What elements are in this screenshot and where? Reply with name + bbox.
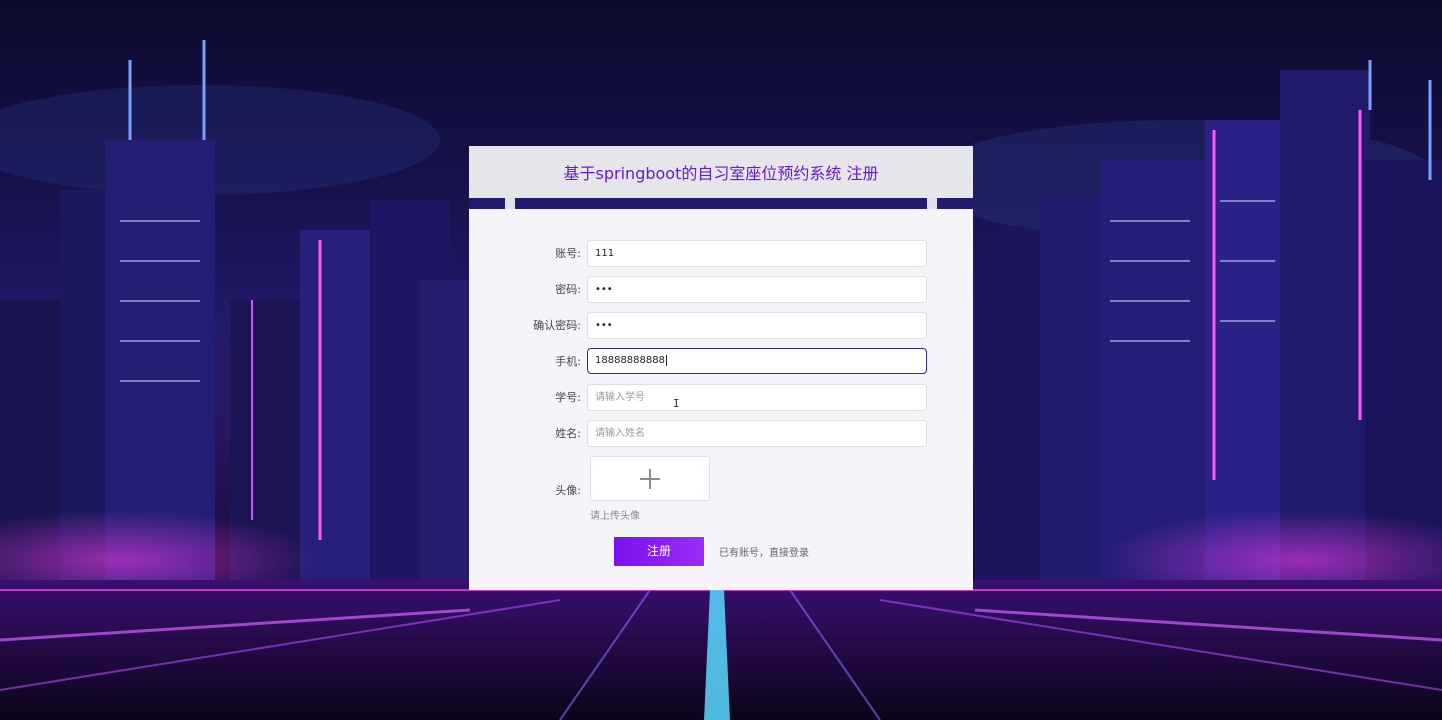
password-label: 密码: — [555, 283, 581, 296]
student-id-label: 学号: — [555, 391, 581, 404]
account-label: 账号: — [555, 247, 581, 260]
phone-row: 手机: 18888888888 — [469, 348, 973, 375]
password-input[interactable]: ••• — [587, 276, 927, 303]
page-background: 基于springboot的自习室座位预约系统 注册 账号: 111 密码: ••… — [0, 0, 1442, 720]
plus-icon-vertical — [649, 469, 651, 489]
avatar-uploader[interactable] — [590, 456, 710, 501]
phone-input[interactable]: 18888888888 — [587, 348, 927, 374]
text-caret — [666, 354, 667, 366]
confirm-password-label: 确认密码: — [533, 319, 581, 332]
text-cursor-icon: I — [673, 397, 680, 410]
name-input[interactable]: 请输入姓名 — [587, 420, 927, 447]
phone-input-value: 18888888888 — [595, 355, 665, 366]
phone-label: 手机: — [555, 355, 581, 368]
account-input[interactable]: 111 — [587, 240, 927, 267]
register-form: 账号: 111 密码: ••• 确认密码: ••• 手机: 1888888888… — [469, 209, 973, 590]
register-button[interactable]: 注册 — [614, 537, 704, 566]
confirm-password-input[interactable]: ••• — [587, 312, 927, 339]
name-row: 姓名: 请输入姓名 — [469, 420, 973, 447]
password-row: 密码: ••• — [469, 276, 973, 303]
account-row: 账号: 111 — [469, 240, 973, 267]
name-label: 姓名: — [555, 427, 581, 440]
student-id-row: 学号: 请输入学号 — [469, 384, 973, 411]
title-bar: 基于springboot的自习室座位预约系统 注册 — [469, 146, 973, 198]
confirm-password-row: 确认密码: ••• — [469, 312, 973, 339]
page-title: 基于springboot的自习室座位预约系统 注册 — [563, 164, 879, 183]
avatar-label: 头像: — [555, 484, 581, 497]
avatar-upload-tip: 请上传头像 — [590, 511, 640, 522]
student-id-input[interactable]: 请输入学号 — [587, 384, 927, 411]
login-link[interactable]: 已有账号，直接登录 — [719, 544, 809, 559]
